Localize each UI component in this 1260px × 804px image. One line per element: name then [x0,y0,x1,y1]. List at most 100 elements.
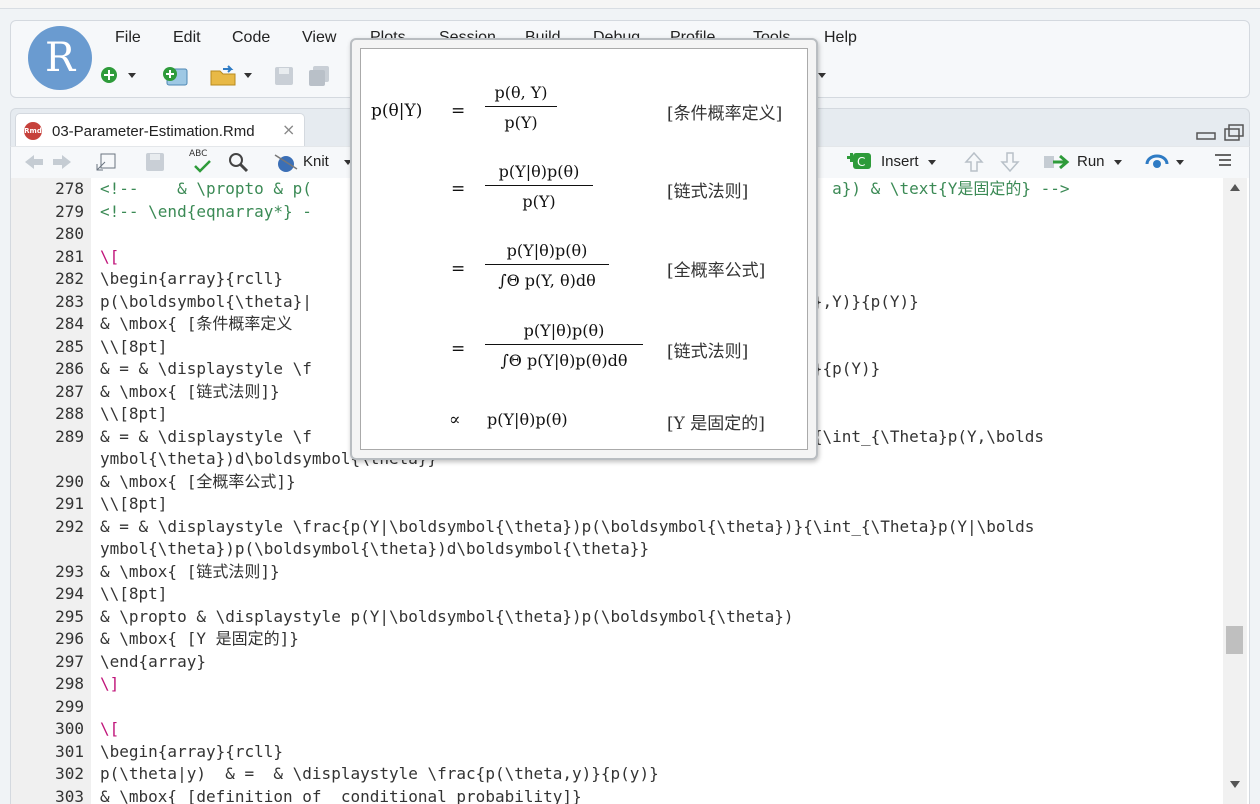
note-4: [链式法则] [667,342,749,362]
menu-edit[interactable]: Edit [173,29,201,47]
run-label: Run [1077,153,1105,170]
code-line[interactable]: & \mbox{ [条件概率定义 [100,313,292,336]
code-line[interactable]: & \mbox{ [链式法则]} [100,561,280,584]
equals-sign: = [451,339,466,359]
fraction-3-denominator: ∫Θ p(Y, θ)dθ [498,271,596,290]
vertical-scrollbar[interactable] [1223,178,1247,804]
code-token: \[ [100,719,120,738]
line-number: 296 [55,629,84,648]
run-button[interactable]: Run [1043,149,1127,176]
arrow-up-icon[interactable] [963,151,985,173]
math-preview-popup: p(θ|Y) = p(θ, Y) p(Y) [条件概率定义] = p(Y|θ)p… [350,38,818,460]
minimize-maximize-icon[interactable] [1195,123,1247,143]
code-line[interactable]: p(\theta|y) & = & \displaystyle \frac{p(… [100,763,659,786]
code-token: & = & \displaystyle \frac{p(Y|\boldsymbo… [100,516,1035,536]
code-token: p(\theta|y) & = & \displaystyle \frac{p(… [100,764,659,783]
code-token: <!-- & \propto & p( [100,179,312,198]
chevron-down-icon [818,73,826,78]
line-number: 282 [55,269,84,288]
code-line[interactable]: \end{array} [100,651,206,674]
code-line[interactable]: & \mbox{ [链式法则]} [100,381,280,404]
code-line[interactable]: & \mbox{ [全概率公式]} [100,471,296,494]
fraction-3-numerator: p(Y|θ)p(θ) [485,241,609,265]
line-number: 300 [55,719,84,738]
line-number [11,538,84,561]
code-line[interactable]: \\[8pt] [100,583,167,606]
note-5: [Y 是固定的] [667,414,765,434]
line-number: 286 [55,359,84,378]
code-line[interactable]: & = & \displaystyle \frac{p(Y|\boldsymbo… [100,516,1034,539]
code-line[interactable]: \\[8pt] [100,336,167,359]
save-button[interactable] [273,65,297,87]
line-number: 284 [55,314,84,333]
close-icon[interactable]: × [282,120,295,139]
search-icon[interactable] [227,151,249,173]
rerun-options-button[interactable] [1143,149,1187,176]
insert-chunk-button[interactable]: C Insert [847,149,943,176]
scrollbar-thumb[interactable] [1226,626,1243,654]
new-file-button[interactable] [99,65,159,87]
save-all-button[interactable] [307,65,333,87]
code-line[interactable]: \begin{array}{rcll} [100,741,283,764]
tab-filename: 03-Parameter-Estimation.Rmd [52,123,255,140]
line-number: 291 [55,494,84,513]
tab-03-parameter-estimation[interactable]: Rmd 03-Parameter-Estimation.Rmd × [15,113,305,148]
rstudio-logo: R [28,26,92,90]
code-token: \end{array} [100,651,206,671]
code-token: \begin{array}{rcll} [100,269,284,288]
open-file-button[interactable] [209,65,257,87]
menu-code[interactable]: Code [232,29,270,47]
code-line[interactable]: \begin{array}{rcll} [100,268,283,291]
line-number: 298 [55,674,84,693]
line-number: 303 [55,786,84,804]
scroll-down-icon[interactable] [1230,781,1240,788]
knit-button[interactable]: Knit [273,149,357,176]
save-icon[interactable] [145,152,165,172]
fraction-1: p(θ, Y) p(Y) [485,83,557,132]
code-line[interactable]: \] [100,673,119,696]
check-icon [194,160,211,173]
chevron-down-icon [244,73,252,78]
line-number: 278 [55,179,84,198]
spellcheck-button[interactable]: ABC [187,149,217,175]
scroll-up-icon[interactable] [1230,184,1240,191]
addins-dropdown[interactable] [817,65,831,87]
outline-icon[interactable] [1213,152,1233,170]
code-line[interactable]: <!-- \end{eqnarray*} - [100,201,312,224]
menu-help[interactable]: Help [824,29,857,47]
code-line[interactable]: ymbol{\theta})p(\boldsymbol{\theta})d\bo… [100,538,649,561]
fraction-1-denominator: p(Y) [504,113,538,132]
code-token: & \propto & \displaystyle p(Y|\boldsymbo… [100,606,794,626]
math-preview-content: p(θ|Y) = p(θ, Y) p(Y) [条件概率定义] = p(Y|θ)p… [360,48,808,450]
line-number-gutter: 278 279 280 281 282 283 284 285 286 287 288 289 290 2… [11,178,91,804]
fraction-4-numerator: p(Y|θ)p(θ) [485,321,643,345]
code-token: <!-- \end{eqnarray*} - [100,201,312,221]
new-project-button[interactable] [161,65,191,87]
line-number: 292 [55,516,84,536]
line-number: 279 [55,201,84,221]
code-line[interactable]: \[ [100,718,119,741]
code-line[interactable]: & \mbox{ [Y 是固定的]} [100,628,299,651]
code-token: \] [100,674,120,693]
code-token: & \mbox{ [链式法则]} [100,561,280,581]
code-line[interactable]: & \mbox{ [definition of conditional prob… [100,786,582,804]
note-3: [全概率公式] [667,261,766,281]
window-top-strip [0,0,1260,9]
line-number [11,448,84,471]
back-forward-icon[interactable] [23,153,73,171]
code-line[interactable]: \[ [100,246,119,269]
menu-view[interactable]: View [302,29,336,47]
menu-file[interactable]: File [115,29,141,47]
code-line[interactable]: \\[8pt] [100,493,167,516]
line-number: 281 [55,246,84,266]
show-in-window-icon[interactable] [95,152,117,172]
save-icon [275,67,293,85]
code-line[interactable]: \\[8pt] [100,403,167,426]
arrow-down-icon[interactable] [999,151,1021,173]
equals-sign: = [451,179,466,199]
chevron-down-icon [128,73,136,78]
code-line[interactable]: & \propto & \displaystyle p(Y|\boldsymbo… [100,606,794,629]
svg-text:C: C [857,155,865,169]
rerun-icon [1145,154,1169,168]
note-2: [链式法则] [667,182,749,202]
